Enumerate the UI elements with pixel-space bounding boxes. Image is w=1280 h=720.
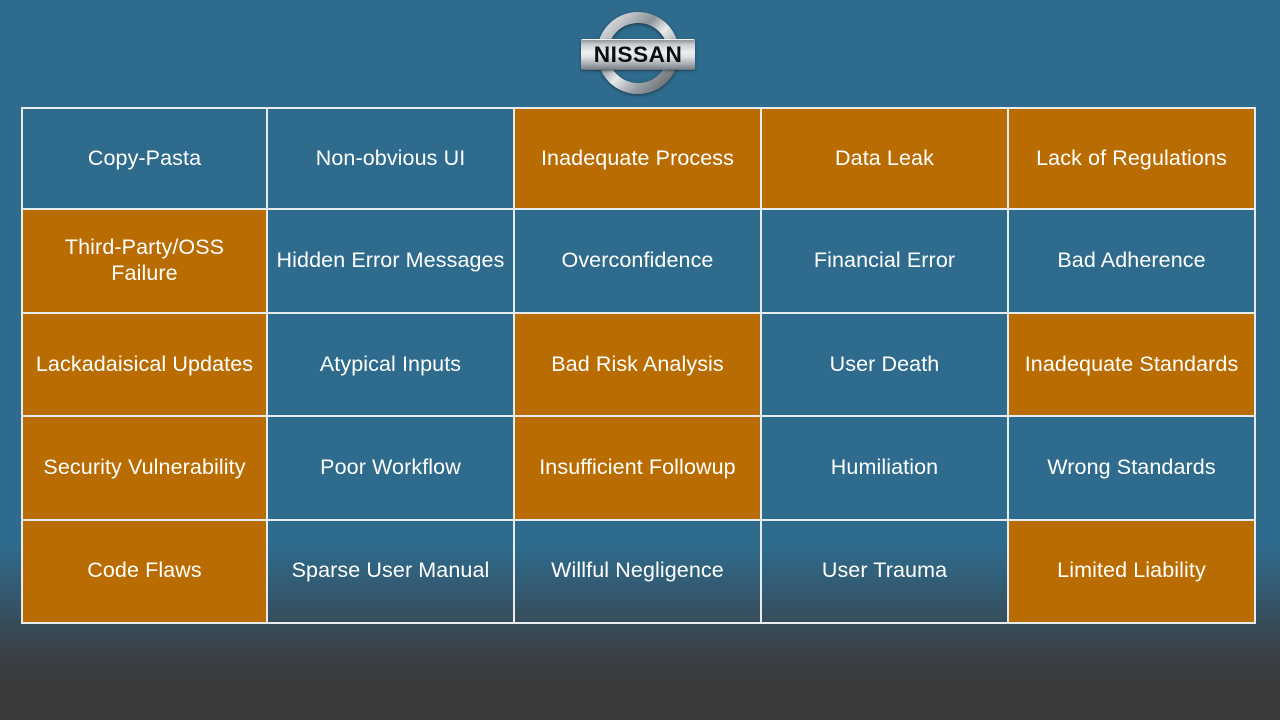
matrix-cell-label: Inadequate Process: [540, 145, 735, 170]
matrix-cell-label: User Death: [829, 351, 940, 376]
matrix-cell-label: Non-obvious UI: [315, 145, 466, 170]
matrix-cell[interactable]: Lack of Regulations: [1009, 107, 1256, 211]
matrix-cell[interactable]: Bad Adherence: [1009, 210, 1256, 314]
matrix-cell-label: Hidden Error Messages: [276, 248, 505, 273]
matrix-cell-label: Insufficient Followup: [539, 454, 736, 479]
matrix-cell[interactable]: Copy-Pasta: [21, 107, 268, 211]
matrix-cell[interactable]: Humiliation: [762, 417, 1009, 521]
matrix-cell[interactable]: Data Leak: [762, 107, 1009, 211]
matrix-cell-label: Data Leak: [835, 145, 934, 170]
matrix-cell[interactable]: Limited Liability: [1009, 520, 1256, 624]
matrix-cell-label: Security Vulnerability: [43, 454, 246, 479]
matrix-cell[interactable]: Bad Risk Analysis: [515, 313, 762, 418]
matrix-cell-label: Lack of Regulations: [1036, 145, 1227, 170]
matrix-cell[interactable]: Wrong Standards: [1009, 417, 1256, 521]
matrix-cell-label: Copy-Pasta: [87, 145, 202, 170]
matrix-cell-label: User Trauma: [821, 558, 948, 583]
matrix-cell-label: Limited Liability: [1057, 558, 1206, 583]
matrix-cell-label: Third-Party/OSS Failure: [64, 235, 225, 286]
matrix-cell[interactable]: Code Flaws: [21, 520, 268, 624]
matrix-cell[interactable]: Third-Party/OSS Failure: [21, 210, 268, 314]
matrix-cell[interactable]: User Trauma: [762, 520, 1009, 624]
nissan-wordmark: NISSAN: [593, 41, 683, 67]
matrix-cell[interactable]: Willful Negligence: [515, 520, 762, 624]
matrix-cell-label: Bad Adherence: [1057, 248, 1206, 273]
matrix-cell[interactable]: Lackadaisical Updates: [21, 313, 268, 418]
matrix-cell-label: Wrong Standards: [1047, 454, 1216, 479]
risk-matrix-table: Copy-Pasta Non-obvious UI Inadequate Proce…: [21, 107, 1256, 624]
matrix-cell[interactable]: Hidden Error Messages: [268, 210, 515, 314]
nissan-logo: NISSAN: [573, 8, 703, 104]
matrix-cell-label: Lackadaisical Updates: [35, 351, 254, 376]
matrix-cell-label: Sparse User Manual: [291, 558, 490, 583]
matrix-cell-label: Atypical Inputs: [319, 351, 462, 376]
matrix-cell-label: Inadequate Standards: [1024, 351, 1239, 376]
nissan-logo-bar: NISSAN: [581, 39, 695, 70]
matrix-cell[interactable]: Sparse User Manual: [268, 520, 515, 624]
matrix-cell[interactable]: Non-obvious UI: [268, 107, 515, 211]
matrix-cell[interactable]: Insufficient Followup: [515, 417, 762, 521]
matrix-cell-label: Humiliation: [830, 454, 939, 479]
matrix-cell[interactable]: Inadequate Standards: [1009, 313, 1256, 418]
matrix-cell[interactable]: Security Vulnerability: [21, 417, 268, 521]
matrix-cell[interactable]: Financial Error: [762, 210, 1009, 314]
matrix-cell[interactable]: Overconfidence: [515, 210, 762, 314]
matrix-cell-label: Willful Negligence: [551, 558, 724, 583]
slide-canvas: NISSAN Copy-Pasta Non-obvious UI Inadequat…: [0, 0, 1280, 720]
matrix-cell[interactable]: User Death: [762, 313, 1009, 418]
matrix-cell-label: Code Flaws: [87, 558, 202, 583]
matrix-cell[interactable]: Atypical Inputs: [268, 313, 515, 418]
matrix-cell-label: Bad Risk Analysis: [551, 351, 724, 376]
matrix-cell-label: Poor Workflow: [320, 454, 461, 479]
matrix-cell[interactable]: Poor Workflow: [268, 417, 515, 521]
matrix-cell-label: Overconfidence: [561, 248, 714, 273]
matrix-cell[interactable]: Inadequate Process: [515, 107, 762, 211]
matrix-cell-label: Financial Error: [813, 248, 956, 273]
